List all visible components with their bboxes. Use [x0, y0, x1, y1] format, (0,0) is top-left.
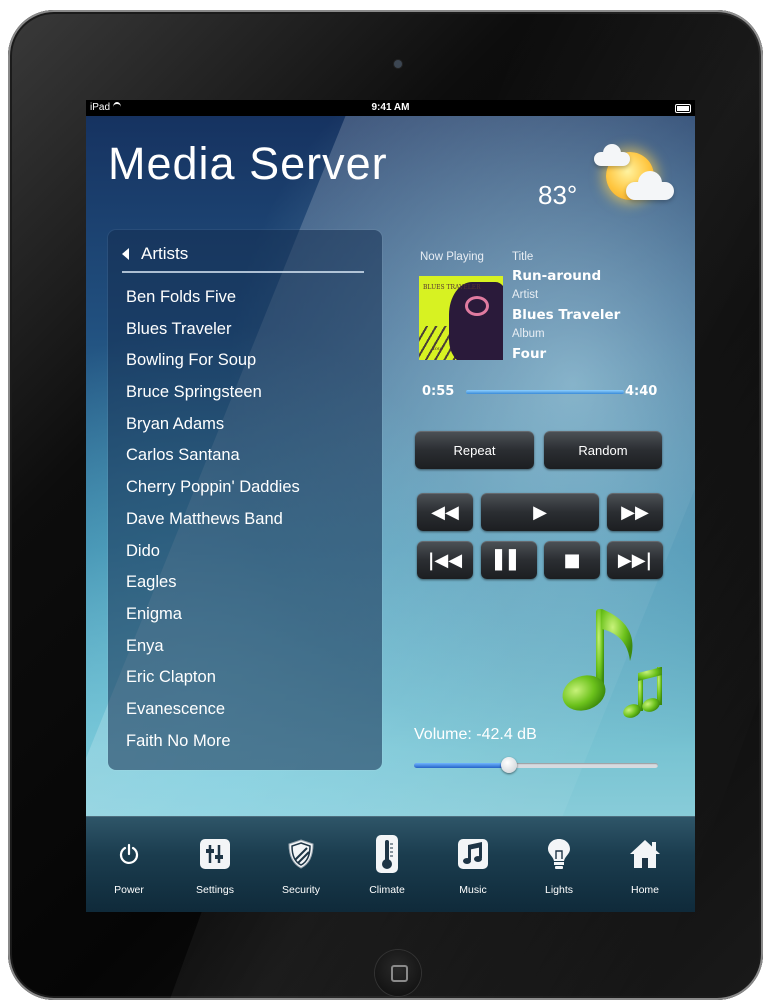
power-icon	[86, 836, 172, 872]
status-time: 9:41 AM	[371, 102, 410, 113]
music-note-icon	[430, 836, 516, 872]
artist-label: Artist	[512, 289, 539, 301]
album-art: BLUES TRAVELER four	[419, 276, 503, 360]
back-arrow-icon	[122, 248, 129, 260]
pause-icon: ▌▌	[495, 549, 523, 571]
album-art-word: four	[433, 346, 444, 352]
tab-label: Music	[459, 884, 487, 896]
random-button[interactable]: Random	[544, 431, 662, 469]
now-playing-label: Now Playing	[420, 251, 484, 263]
home-hardware-button[interactable]	[375, 950, 421, 996]
thermometer-icon	[344, 835, 430, 873]
play-button[interactable]: ▶	[481, 493, 599, 531]
tab-label: Settings	[196, 884, 234, 896]
tab-security[interactable]: Security	[258, 816, 344, 912]
shield-icon	[258, 836, 344, 872]
stop-button[interactable]: ■	[544, 541, 600, 579]
tab-climate[interactable]: Climate	[344, 816, 430, 912]
tab-music[interactable]: Music	[430, 816, 516, 912]
tab-home[interactable]: Home	[602, 816, 688, 912]
tab-label: Lights	[544, 884, 574, 896]
artist-item[interactable]: Dido	[126, 540, 300, 572]
battery-icon	[675, 104, 691, 113]
camera-icon	[394, 60, 402, 68]
page-title: Media Server	[108, 138, 388, 189]
volume-label: Volume: -42.4 dB	[414, 726, 537, 743]
track-title: Run-around	[512, 268, 602, 284]
rewind-icon: ◀◀	[431, 501, 459, 523]
pause-button[interactable]: ▌▌	[481, 541, 537, 579]
album-art-eye	[465, 296, 489, 316]
repeat-button[interactable]: Repeat	[415, 431, 534, 469]
play-icon: ▶	[533, 501, 547, 523]
cloud-icon	[626, 171, 674, 200]
previous-icon: |◀◀	[427, 549, 463, 571]
artist-item[interactable]: Cherry Poppin' Daddies	[126, 476, 300, 508]
next-button[interactable]: ▶▶|	[607, 541, 663, 579]
album-art-figure	[449, 282, 503, 360]
artist-item[interactable]: Faith No More	[126, 730, 300, 762]
tab-label: Home	[630, 884, 659, 896]
tab-label: Security	[282, 884, 320, 896]
artists-panel: Artists Ben Folds Five Blues Traveler Bo…	[108, 230, 382, 770]
artist-item[interactable]: Bryan Adams	[126, 413, 300, 445]
tab-label: Climate	[369, 884, 405, 896]
artist-item[interactable]: Bruce Springsteen	[126, 381, 300, 413]
previous-button[interactable]: |◀◀	[417, 541, 473, 579]
title-label: Title	[512, 251, 534, 263]
artist-item[interactable]: Enigma	[126, 603, 300, 635]
random-label: Random	[578, 442, 628, 458]
artist-item[interactable]: Carlos Santana	[126, 444, 300, 476]
bottom-tab-bar: Power Settings Security Climate Music Li…	[86, 816, 695, 912]
status-bar: iPad 9:41 AM	[86, 100, 695, 116]
album-art-band: BLUES TRAVELER	[423, 284, 481, 291]
artist-item[interactable]: Eric Clapton	[126, 666, 300, 698]
fast-forward-icon: ▶▶	[621, 501, 649, 523]
lightbulb-icon	[516, 836, 602, 872]
artists-back-button[interactable]: Artists	[122, 244, 188, 264]
artist-item[interactable]: Ben Folds Five	[126, 286, 300, 318]
volume-fill	[414, 763, 510, 768]
temperature-value: 83°	[538, 180, 578, 210]
artist-item[interactable]: Dave Matthews Band	[126, 508, 300, 540]
rewind-button[interactable]: ◀◀	[417, 493, 473, 531]
duration-time: 4:40	[625, 384, 658, 399]
track-album: Four	[512, 346, 547, 362]
fast-forward-button[interactable]: ▶▶	[607, 493, 663, 531]
artist-list: Ben Folds Five Blues Traveler Bowling Fo…	[126, 286, 300, 761]
music-note-icon	[562, 609, 662, 718]
tab-power[interactable]: Power	[86, 816, 172, 912]
progress-bar[interactable]	[466, 390, 624, 394]
artists-header-label: Artists	[141, 244, 189, 263]
tab-lights[interactable]: Lights	[516, 816, 602, 912]
screen: iPad 9:41 AM Media Server 83° Artists Be…	[86, 100, 695, 912]
repeat-label: Repeat	[453, 442, 496, 458]
sliders-icon	[172, 836, 258, 872]
elapsed-time: 0:55	[422, 384, 455, 399]
divider	[122, 271, 364, 273]
volume-thumb[interactable]	[501, 757, 518, 773]
track-artist: Blues Traveler	[512, 307, 621, 323]
house-icon	[602, 836, 688, 872]
tab-settings[interactable]: Settings	[172, 816, 258, 912]
cloud-icon	[594, 144, 630, 166]
home-square-icon	[391, 965, 408, 982]
next-icon: ▶▶|	[617, 549, 653, 571]
artist-item[interactable]: Evanescence	[126, 698, 300, 730]
artist-item[interactable]: Blues Traveler	[126, 318, 300, 350]
album-label: Album	[512, 328, 545, 340]
artist-item[interactable]: Bowling For Soup	[126, 349, 300, 381]
artist-item[interactable]: Eagles	[126, 571, 300, 603]
tab-label: Power	[114, 884, 144, 896]
stop-icon: ■	[563, 549, 581, 571]
artist-item[interactable]: Enya	[126, 635, 300, 667]
